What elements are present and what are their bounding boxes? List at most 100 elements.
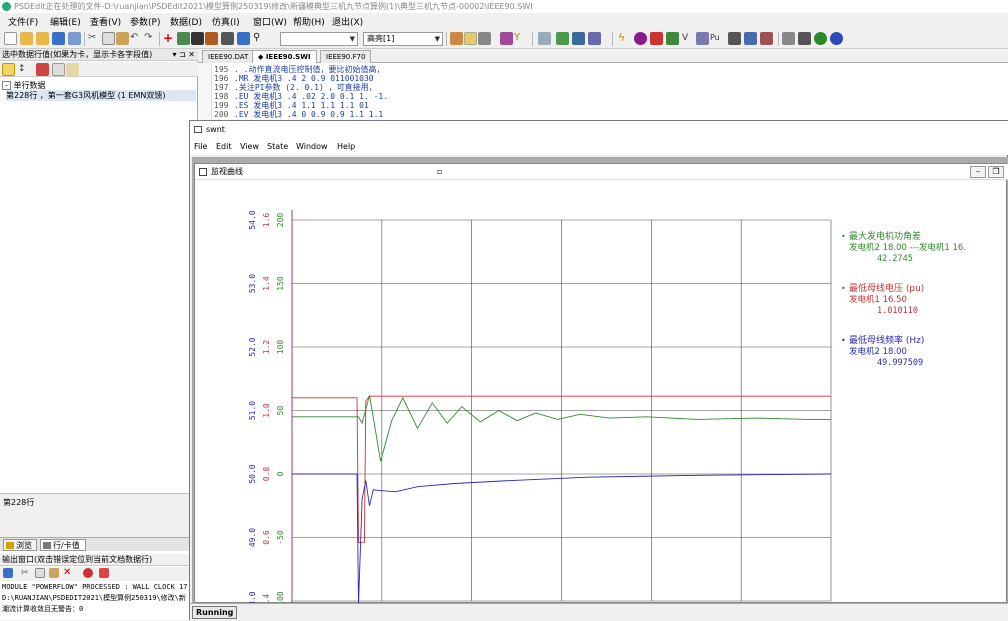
paste-icon[interactable] (116, 32, 129, 45)
toolbar-combo[interactable]: ▼ (280, 32, 358, 46)
menu-help[interactable]: 帮助(H) (293, 15, 325, 28)
tab-browse[interactable]: 浏览 (3, 539, 37, 551)
line-text: . .动作直流电压控制值，要比初始值高， (234, 65, 385, 74)
tree-item[interactable]: 第228行 ，第一套G3风机模型 (1 EMN双馈) (6, 90, 196, 101)
row-status-text: 第228行 (3, 498, 35, 507)
menu-exit[interactable]: 退出(X) (332, 15, 363, 28)
legend-bullet: • (841, 232, 846, 241)
tab-ieee90-dat[interactable]: IEEE90.DAT (202, 50, 255, 63)
folder-icon[interactable] (66, 63, 79, 76)
network-icon[interactable] (538, 32, 551, 45)
menu-window[interactable]: 窗口(W) (253, 15, 287, 28)
report-icon[interactable] (588, 32, 601, 45)
insert-row-icon[interactable] (177, 32, 190, 45)
menu-params[interactable]: 参数(P) (130, 15, 160, 28)
copy-icon[interactable] (35, 568, 45, 578)
save-icon[interactable] (52, 32, 65, 45)
swnt-menu-state[interactable]: State (267, 142, 288, 151)
swnt-menu-edit[interactable]: Edit (216, 142, 232, 151)
tab-row-card[interactable]: 行/卡值 (40, 539, 86, 551)
paste-icon[interactable] (49, 568, 59, 578)
lock-icon[interactable] (450, 32, 463, 45)
save-icon[interactable] (3, 568, 13, 578)
tab-ieee90-swi-label: IEEE90.SWI (265, 53, 311, 61)
dropdown-icon[interactable] (478, 32, 491, 45)
window-icon (194, 126, 202, 133)
menu-simulation[interactable]: 仿真(I) (212, 15, 240, 28)
lightning-icon[interactable]: ϟ (618, 32, 631, 45)
error-icon[interactable] (99, 568, 109, 578)
run-powerflow-icon[interactable] (556, 32, 569, 45)
highlight-combo[interactable]: 高亮[1] ▼ (363, 32, 443, 46)
code-editor[interactable]: 195 . .动作直流电压控制值，要比初始值高， 196 .MR 发电机3 .4 2… (198, 63, 1008, 123)
left-panel-controls[interactable]: ▾ ⊐ ✕ (172, 49, 195, 60)
edit-card-icon[interactable] (205, 32, 218, 45)
tab-ieee90-f70[interactable]: IEEE90.F70 (320, 50, 372, 63)
restore-button[interactable]: ❐ (988, 166, 1004, 178)
tab-row-card-label: 行/卡值 (53, 541, 80, 550)
swnt-menu-window[interactable]: Window (296, 142, 328, 151)
tick-label: 1.4 (262, 276, 271, 291)
calc-icon[interactable] (572, 32, 585, 45)
redo-icon[interactable]: ↷ (144, 32, 157, 45)
menu-edit[interactable]: 编辑(E) (50, 15, 81, 28)
fault-icon[interactable] (650, 32, 663, 45)
swnt-menu-file[interactable]: File (194, 142, 207, 151)
pu-icon[interactable]: Pu (710, 32, 723, 45)
clear-icon[interactable]: ✕ (63, 568, 73, 578)
copy-icon[interactable] (102, 32, 115, 45)
undo-icon[interactable]: ↶ (130, 32, 143, 45)
swnt-menu-help[interactable]: Help (337, 142, 355, 151)
generator-icon[interactable] (666, 32, 679, 45)
output-text: MODULE "POWERFLOW" PROCESSED : WALL CLOC… (0, 582, 190, 620)
globe-icon[interactable] (814, 32, 827, 45)
menu-file[interactable]: 文件(F) (8, 15, 38, 28)
find-icon[interactable]: ⚲ (253, 32, 266, 45)
swnt-title-bar[interactable]: swnt (190, 121, 1008, 139)
view-icon[interactable] (191, 32, 204, 45)
output-line: 潮流计算收敛且无警告：0 (2, 605, 84, 613)
cut-icon[interactable]: ✂ (88, 32, 101, 45)
save-all-icon[interactable] (68, 32, 81, 45)
menu-data[interactable]: 数据(D) (170, 15, 202, 28)
menu-view[interactable]: 查看(V) (90, 15, 121, 28)
chart-icon[interactable] (760, 32, 773, 45)
zoom-icon[interactable] (728, 32, 741, 45)
copy-row-icon[interactable] (52, 63, 65, 76)
tick-label: 54.0 (248, 210, 257, 229)
sort-icon[interactable] (2, 63, 15, 76)
grid-icon[interactable] (782, 32, 795, 45)
line-text: .MR 发电机3 .4 2 0.9 011001030 (234, 74, 374, 83)
swnt-menu-view[interactable]: View (240, 142, 259, 151)
code-line: 198 .EU 发电机3 .4 .02 2.0 0.1 1. -1. (214, 92, 388, 101)
highlight-icon[interactable] (464, 32, 477, 45)
delete-icon[interactable] (36, 63, 49, 76)
swnt-title: swnt (206, 125, 225, 134)
tab-ieee90-swi[interactable]: ◆ IEEE90.SWI (252, 50, 317, 63)
v-icon[interactable]: V (682, 32, 695, 45)
collapse-icon[interactable]: - (2, 81, 11, 90)
info-icon[interactable] (830, 32, 843, 45)
file-icon[interactable] (237, 32, 250, 45)
add-icon[interactable]: + (163, 32, 176, 45)
tools-icon[interactable] (798, 32, 811, 45)
left-panel-header: 选中数据行值(如果为卡，显示卡各字段值) ▾ ⊐ ✕ (0, 49, 198, 61)
left-panel-tabs: 浏览 行/卡值 (0, 537, 190, 551)
new-file-icon[interactable] (4, 32, 17, 45)
print-icon[interactable] (221, 32, 234, 45)
monitor-curve-title-bar[interactable]: 监视曲线 ▫ – ❐ (195, 164, 1008, 180)
open-folder-icon[interactable] (20, 32, 33, 45)
sort-az-icon[interactable]: ↕ (18, 63, 31, 76)
minimize-button[interactable]: – (970, 166, 986, 178)
curve-icon[interactable] (744, 32, 757, 45)
bus-icon[interactable] (696, 32, 709, 45)
funnel-icon[interactable]: Y (514, 32, 527, 45)
stop-icon[interactable] (83, 568, 93, 578)
tab-browse-label: 浏览 (16, 541, 32, 550)
row-status: 第228行 (0, 493, 190, 537)
cut-icon[interactable]: ✂ (21, 568, 31, 578)
record-icon[interactable] (634, 32, 647, 45)
open-recent-icon[interactable] (36, 32, 49, 45)
palette-icon[interactable] (500, 32, 513, 45)
code-line: 200 .EV 发电机3 .4 0 0.9 0.9 1.1 1.1 (214, 110, 383, 119)
